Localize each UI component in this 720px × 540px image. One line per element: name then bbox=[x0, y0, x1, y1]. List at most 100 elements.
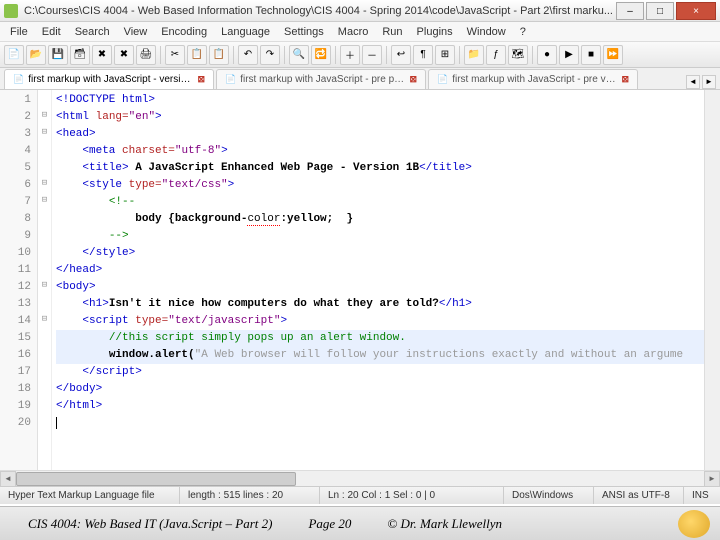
file-icon: 📄 bbox=[437, 74, 448, 85]
folder-icon[interactable]: 📁 bbox=[464, 45, 484, 65]
code-line[interactable]: body {background-color:yellow; } bbox=[56, 211, 716, 228]
fold-toggle[interactable]: ⊟ bbox=[38, 311, 51, 328]
tab-close-icon[interactable]: ⊠ bbox=[409, 74, 417, 85]
menu-search[interactable]: Search bbox=[69, 24, 116, 40]
code-editor[interactable]: <!DOCTYPE html><html lang="en"><head> <m… bbox=[52, 90, 720, 470]
doc-map-icon[interactable]: 🗺 bbox=[508, 45, 528, 65]
code-line[interactable]: </style> bbox=[56, 245, 716, 262]
fold-toggle[interactable]: ⊟ bbox=[38, 107, 51, 124]
document-tab-2[interactable]: 📄first markup with JavaScript - pre vers… bbox=[428, 69, 638, 89]
line-number: 2 bbox=[2, 109, 31, 126]
horizontal-scrollbar[interactable]: ◄ ► bbox=[0, 470, 720, 486]
code-line[interactable]: <script type="text/javascript"> bbox=[56, 313, 716, 330]
menu-edit[interactable]: Edit bbox=[36, 24, 67, 40]
status-eol: Dos\Windows bbox=[504, 487, 594, 504]
macro-play-icon[interactable]: ▶ bbox=[559, 45, 579, 65]
line-number: 12 bbox=[2, 279, 31, 296]
document-tab-1[interactable]: 📄first markup with JavaScript - pre pre … bbox=[216, 69, 426, 89]
line-number: 20 bbox=[2, 415, 31, 432]
menu-settings[interactable]: Settings bbox=[278, 24, 330, 40]
status-insert-mode: INS bbox=[684, 487, 720, 504]
function-list-icon[interactable]: ƒ bbox=[486, 45, 506, 65]
menu-run[interactable]: Run bbox=[376, 24, 408, 40]
code-line[interactable]: --> bbox=[56, 228, 716, 245]
macro-stop-icon[interactable]: ■ bbox=[581, 45, 601, 65]
code-line[interactable]: //this script simply pops up an alert wi… bbox=[56, 330, 716, 347]
code-line[interactable]: <body> bbox=[56, 279, 716, 296]
tab-next-button[interactable]: ► bbox=[702, 75, 716, 89]
replace-icon[interactable]: 🔁 bbox=[311, 45, 331, 65]
tab-prev-button[interactable]: ◄ bbox=[686, 75, 700, 89]
zoom-out-icon[interactable]: － bbox=[362, 45, 382, 65]
menu-language[interactable]: Language bbox=[215, 24, 276, 40]
zoom-in-icon[interactable]: ＋ bbox=[340, 45, 360, 65]
scroll-right-button[interactable]: ► bbox=[704, 471, 720, 487]
print-icon[interactable]: 🖨 bbox=[136, 45, 156, 65]
paste-icon[interactable]: 📋 bbox=[209, 45, 229, 65]
close-icon[interactable]: ✖ bbox=[92, 45, 112, 65]
code-line[interactable]: <style type="text/css"> bbox=[56, 177, 716, 194]
code-line[interactable]: window.alert("A Web browser will follow … bbox=[56, 347, 716, 364]
find-icon[interactable]: 🔍 bbox=[289, 45, 309, 65]
macro-record-icon[interactable]: ● bbox=[537, 45, 557, 65]
document-tab-0[interactable]: 📄first markup with JavaScript - version … bbox=[4, 69, 214, 89]
code-line[interactable]: <meta charset="utf-8"> bbox=[56, 143, 716, 160]
line-number: 5 bbox=[2, 160, 31, 177]
indent-guide-icon[interactable]: ⊞ bbox=[435, 45, 455, 65]
line-number: 10 bbox=[2, 245, 31, 262]
code-line[interactable]: </body> bbox=[56, 381, 716, 398]
fold-toggle bbox=[38, 294, 51, 311]
line-number: 14 bbox=[2, 313, 31, 330]
tab-nav: ◄ ► bbox=[686, 75, 716, 89]
open-file-icon[interactable]: 📂 bbox=[26, 45, 46, 65]
copy-icon[interactable]: 📋 bbox=[187, 45, 207, 65]
menu-window[interactable]: Window bbox=[461, 24, 512, 40]
scroll-thumb[interactable] bbox=[16, 472, 296, 486]
menu-file[interactable]: File bbox=[4, 24, 34, 40]
fold-toggle bbox=[38, 158, 51, 175]
menu-view[interactable]: View bbox=[118, 24, 154, 40]
code-line[interactable]: </script> bbox=[56, 364, 716, 381]
menu-macro[interactable]: Macro bbox=[332, 24, 375, 40]
show-all-chars-icon[interactable]: ¶ bbox=[413, 45, 433, 65]
save-icon[interactable]: 💾 bbox=[48, 45, 68, 65]
code-line[interactable]: <title> A JavaScript Enhanced Web Page -… bbox=[56, 160, 716, 177]
window-controls: – □ × bbox=[616, 2, 716, 20]
save-all-icon[interactable]: 🗃 bbox=[70, 45, 90, 65]
close-all-icon[interactable]: ✖ bbox=[114, 45, 134, 65]
tab-close-icon[interactable]: ⊠ bbox=[621, 74, 629, 85]
line-number: 16 bbox=[2, 347, 31, 364]
code-line[interactable] bbox=[56, 415, 716, 432]
scroll-track[interactable] bbox=[16, 471, 704, 486]
footer-course: CIS 4004: Web Based IT (Java.Script – Pa… bbox=[10, 516, 290, 532]
maximize-button[interactable]: □ bbox=[646, 2, 674, 20]
code-line[interactable]: <!DOCTYPE html> bbox=[56, 92, 716, 109]
line-number: 19 bbox=[2, 398, 31, 415]
menu-bar: FileEditSearchViewEncodingLanguageSettin… bbox=[0, 22, 720, 42]
status-length: length : 515 lines : 20 bbox=[180, 487, 320, 504]
menu-encoding[interactable]: Encoding bbox=[155, 24, 213, 40]
minimize-button[interactable]: – bbox=[616, 2, 644, 20]
fold-toggle[interactable]: ⊟ bbox=[38, 192, 51, 209]
fold-toggle[interactable]: ⊟ bbox=[38, 124, 51, 141]
code-line[interactable]: <html lang="en"> bbox=[56, 109, 716, 126]
macro-multi-icon[interactable]: ⏩ bbox=[603, 45, 623, 65]
new-file-icon[interactable]: 📄 bbox=[4, 45, 24, 65]
tab-close-icon[interactable]: ⊠ bbox=[197, 74, 205, 85]
code-line[interactable]: <!-- bbox=[56, 194, 716, 211]
fold-toggle[interactable]: ⊟ bbox=[38, 277, 51, 294]
code-line[interactable]: </head> bbox=[56, 262, 716, 279]
code-line[interactable]: <head> bbox=[56, 126, 716, 143]
menu-plugins[interactable]: Plugins bbox=[411, 24, 459, 40]
vertical-scrollbar[interactable] bbox=[704, 90, 720, 470]
cut-icon[interactable]: ✂ bbox=[165, 45, 185, 65]
menu-help[interactable]: ? bbox=[514, 24, 532, 40]
word-wrap-icon[interactable]: ↩ bbox=[391, 45, 411, 65]
code-line[interactable]: <h1>Isn't it nice how computers do what … bbox=[56, 296, 716, 313]
fold-toggle[interactable]: ⊟ bbox=[38, 175, 51, 192]
scroll-left-button[interactable]: ◄ bbox=[0, 471, 16, 487]
close-button[interactable]: × bbox=[676, 2, 716, 20]
redo-icon[interactable]: ↷ bbox=[260, 45, 280, 65]
undo-icon[interactable]: ↶ bbox=[238, 45, 258, 65]
code-line[interactable]: </html> bbox=[56, 398, 716, 415]
